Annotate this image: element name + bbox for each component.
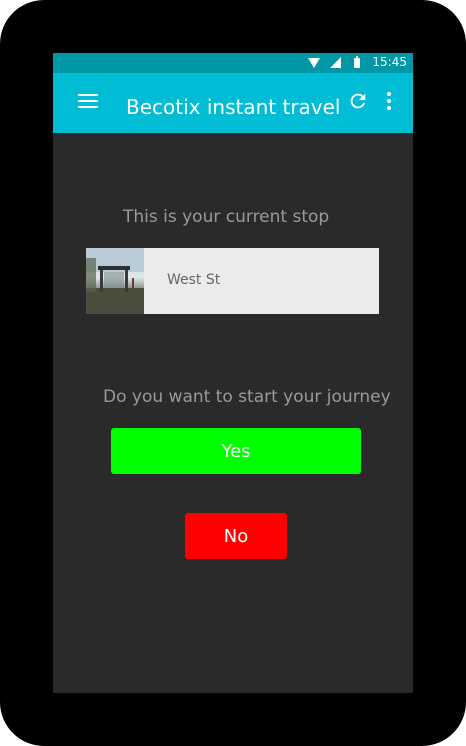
stop-name: West St: [167, 272, 221, 288]
app-screen: 15:45 Becotix instant travel This is you…: [53, 53, 413, 693]
wifi-icon: [308, 58, 320, 68]
overflow-menu-icon[interactable]: [383, 90, 395, 112]
journey-prompt: Do you want to start your journey: [103, 387, 391, 407]
app-title: Becotix instant travel: [126, 95, 341, 119]
no-button[interactable]: No: [185, 513, 287, 559]
refresh-icon[interactable]: [347, 90, 369, 112]
status-bar: 15:45: [53, 53, 413, 73]
app-bar: Becotix instant travel: [53, 73, 413, 133]
battery-icon: [354, 56, 360, 68]
yes-button[interactable]: Yes: [111, 428, 361, 474]
status-time: 15:45: [372, 55, 407, 69]
signal-icon: [330, 57, 341, 68]
current-stop-card[interactable]: West St: [86, 248, 379, 314]
bus-stop-photo: [86, 248, 144, 314]
device-frame: 15:45 Becotix instant travel This is you…: [0, 0, 466, 746]
menu-icon[interactable]: [78, 94, 98, 108]
current-stop-label: This is your current stop: [123, 207, 330, 227]
